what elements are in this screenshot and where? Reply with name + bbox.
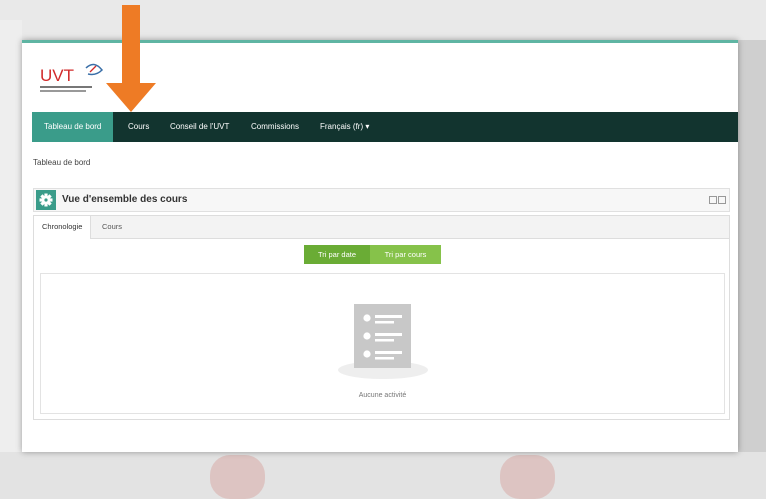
nav-item-conseil-uvt[interactable]: Conseil de l'UVT: [158, 112, 241, 142]
uvt-logo[interactable]: UVT: [40, 62, 110, 96]
background-decoration: [210, 455, 265, 499]
timeline-card: Chronologie Cours Tri par date Tri par c…: [33, 215, 730, 420]
logo-text: UVT: [40, 66, 74, 85]
sort-by-date-button[interactable]: Tri par date: [304, 245, 370, 264]
tab-cours[interactable]: Cours: [94, 216, 130, 238]
main-navbar: Tableau de bord Cours Conseil de l'UVT C…: [32, 112, 738, 142]
language-menu[interactable]: Français (fr) ▾: [308, 112, 381, 142]
empty-state-text: Aucune activité: [358, 392, 407, 399]
tab-bar: Chronologie Cours: [34, 216, 729, 239]
block-title: Vue d'ensemble des cours: [62, 194, 188, 205]
empty-state: Aucune activité: [40, 273, 725, 414]
background-right: [738, 40, 766, 460]
nav-item-cours[interactable]: Cours: [116, 112, 161, 142]
block-header: Vue d'ensemble des cours: [33, 188, 730, 212]
breadcrumb[interactable]: Tableau de bord: [33, 158, 90, 167]
nav-item-commissions[interactable]: Commissions: [239, 112, 311, 142]
background-left: [0, 20, 22, 460]
sort-by-course-button[interactable]: Tri par cours: [370, 245, 441, 264]
block-actions-icon[interactable]: [718, 196, 726, 204]
tab-chronologie[interactable]: Chronologie: [34, 216, 92, 239]
collapse-block-icon[interactable]: [709, 196, 717, 204]
course-overview-block: Vue d'ensemble des cours Chronologie Cou…: [33, 188, 730, 420]
nav-item-tableau-de-bord[interactable]: Tableau de bord: [32, 112, 114, 142]
checklist-icon: [338, 304, 428, 379]
background-decoration: [500, 455, 555, 499]
background-bottom: [0, 452, 766, 499]
arrow-down-icon: [106, 5, 156, 112]
gear-icon: [36, 190, 56, 210]
